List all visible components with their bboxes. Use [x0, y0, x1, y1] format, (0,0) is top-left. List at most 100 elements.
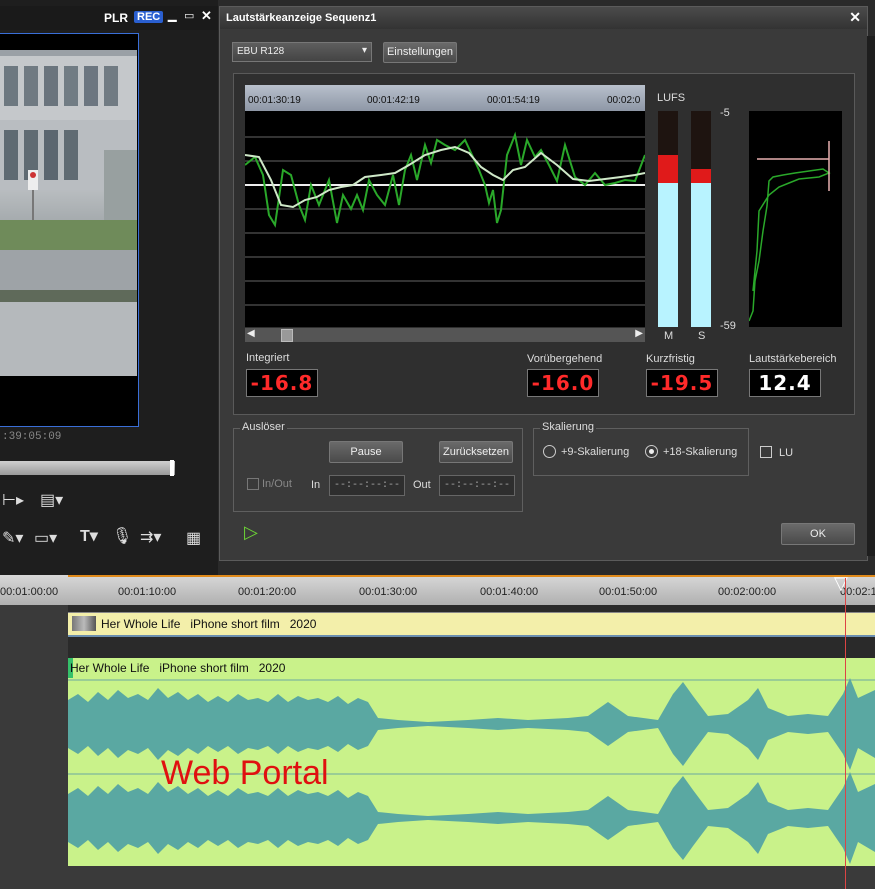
integrated-label: Integriert — [246, 352, 290, 364]
graph-tick: 00:02:0 — [607, 95, 641, 106]
clip-tool-icon[interactable]: ▤▾ — [40, 490, 63, 510]
loudness-graph — [244, 85, 646, 327]
trim-tool-icon[interactable]: ⊢▸ — [2, 490, 24, 510]
scroll-right-icon[interactable]: ▶ — [635, 328, 643, 339]
scale-bottom-label: -59 — [720, 320, 736, 332]
player-timecode: :39:05:09 — [2, 431, 62, 443]
background-panel-strip — [867, 36, 875, 556]
dialog-title: Lautstärkeanzeige Sequenz1 — [226, 12, 377, 24]
graph-timeline-header: 00:01:30:19 00:01:42:19 00:01:54:19 00:0… — [245, 85, 645, 111]
lu-label: LU — [779, 447, 794, 459]
momentary-display: -16.0 — [527, 369, 599, 397]
meter-s-label: S — [698, 330, 706, 342]
playhead-line[interactable] — [845, 578, 846, 889]
ruler-range-bar — [68, 575, 875, 577]
video-clip[interactable]: Her Whole Life iPhone short film 2020 — [68, 612, 875, 637]
video-frame-image — [0, 50, 137, 376]
integrated-display: -16.8 — [246, 369, 318, 397]
book-tool-icon[interactable]: ▭▾ — [34, 528, 57, 548]
ruler-tick: 00:01:30:00 — [359, 586, 418, 598]
scroll-thumb[interactable] — [281, 329, 293, 342]
loudness-histogram — [748, 111, 842, 327]
ok-button[interactable]: OK — [781, 523, 855, 545]
out-label: Out — [413, 479, 431, 491]
timeline-bottom-area — [0, 866, 875, 889]
play-icon[interactable]: ▷ — [244, 522, 258, 543]
range-display: 12.4 — [749, 369, 821, 397]
timeline-ruler[interactable]: 00:01:00:00 00:01:10:00 00:01:20:00 00:0… — [0, 573, 875, 605]
scaling-group-label: Skalierung — [540, 421, 596, 433]
trigger-group-label: Auslöser — [240, 421, 287, 433]
close-icon[interactable]: ✕ — [201, 8, 212, 24]
shortterm-label: Kurzfristig — [646, 353, 695, 365]
loudness-dialog: Lautstärkeanzeige Sequenz1 ✕ EBU R128 ▾ … — [219, 6, 868, 561]
inout-label: In/Out — [262, 478, 292, 490]
dialog-titlebar[interactable]: Lautstärkeanzeige Sequenz1 ✕ — [220, 7, 867, 29]
loudness-graph-plot — [244, 131, 646, 306]
graph-scrollbar[interactable]: ◀ ▶ — [245, 328, 645, 342]
ruler-tick: 00:01:10:00 — [118, 586, 177, 598]
ruler-tick: 00:02:00:00 — [718, 586, 777, 598]
clip-thumbnail — [72, 616, 96, 631]
meter-m-peak — [658, 155, 678, 183]
rec-label[interactable]: REC — [134, 11, 164, 23]
scale9-radio[interactable] — [543, 445, 556, 458]
histogram-plot — [748, 141, 831, 322]
ruler-tick: 00:01:00:00 — [0, 586, 59, 598]
meter-m-label: M — [664, 330, 674, 342]
scrub-handle[interactable] — [170, 460, 174, 476]
graph-tick: 00:01:54:19 — [487, 95, 540, 106]
scroll-left-icon[interactable]: ◀ — [247, 328, 255, 339]
track-headers — [0, 605, 68, 889]
graph-tick: 00:01:30:19 — [248, 95, 301, 106]
render-tool-icon[interactable]: ⇉▾ — [140, 527, 161, 547]
microphone-icon[interactable]: 🎙 — [112, 526, 132, 546]
plr-label[interactable]: PLR — [104, 11, 128, 25]
ruler-tick: 00:01:50:00 — [599, 586, 658, 598]
momentary-value: -16.0 — [531, 371, 595, 395]
meter-m-bar — [658, 111, 678, 327]
title-tool-icon[interactable]: T▾ — [80, 526, 98, 546]
shortterm-display: -19.5 — [646, 369, 718, 397]
scale9-label: +9-Skalierung — [561, 446, 630, 458]
settings-button[interactable]: Einstellungen — [383, 42, 457, 63]
meter-s-bar — [691, 111, 711, 327]
audio-clip[interactable]: Her Whole Life iPhone short film 2020 We… — [68, 658, 875, 866]
integrated-value: -16.8 — [250, 371, 314, 395]
range-value: 12.4 — [758, 371, 812, 395]
grid-tool-icon[interactable]: ▦ — [186, 528, 201, 548]
scale18-radio[interactable] — [645, 445, 658, 458]
shortterm-value: -19.5 — [650, 371, 714, 395]
inout-checkbox[interactable] — [247, 478, 259, 490]
lufs-label: LUFS — [657, 92, 686, 104]
momentary-label: Vorübergehend — [527, 353, 603, 365]
minimize-icon[interactable]: ▁ — [168, 9, 176, 22]
close-icon[interactable]: ✕ — [849, 9, 861, 26]
in-field-value: --:--:--:-- — [334, 480, 401, 491]
preset-value: EBU R128 — [237, 46, 285, 57]
out-field-value: --:--:--:-- — [444, 480, 511, 491]
reset-button[interactable]: Zurücksetzen — [439, 441, 513, 463]
scale-top-label: -5 — [720, 107, 730, 119]
meter-m-level — [658, 183, 678, 327]
ruler-tick: 00:01:20:00 — [238, 586, 297, 598]
preset-dropdown[interactable]: EBU R128 ▾ — [232, 42, 372, 62]
ruler-tick: 00:01:40:00 — [480, 586, 539, 598]
chevron-down-icon: ▾ — [361, 45, 367, 56]
pen-tool-icon[interactable]: ✎▾ — [2, 528, 23, 548]
graph-tick: 00:01:42:19 — [367, 95, 420, 106]
scale18-label: +18-Skalierung — [663, 446, 738, 458]
scale18-radio-dot — [649, 449, 654, 454]
lu-checkbox[interactable] — [760, 446, 772, 458]
maximize-icon[interactable]: ▭ — [184, 9, 194, 22]
video-clip-title: Her Whole Life iPhone short film 2020 — [101, 617, 317, 631]
in-field[interactable]: --:--:--:-- — [329, 475, 405, 496]
player-scrub-bar[interactable] — [0, 461, 175, 475]
in-label: In — [311, 479, 321, 491]
out-field[interactable]: --:--:--:-- — [439, 475, 515, 496]
meter-s-peak — [691, 169, 711, 183]
range-label: Lautstärkebereich — [749, 353, 837, 365]
watermark-text: Web Portal — [161, 754, 329, 792]
pause-button[interactable]: Pause — [329, 441, 403, 463]
player-titlebar: PLR REC ▁ ▭ ✕ — [0, 6, 218, 30]
